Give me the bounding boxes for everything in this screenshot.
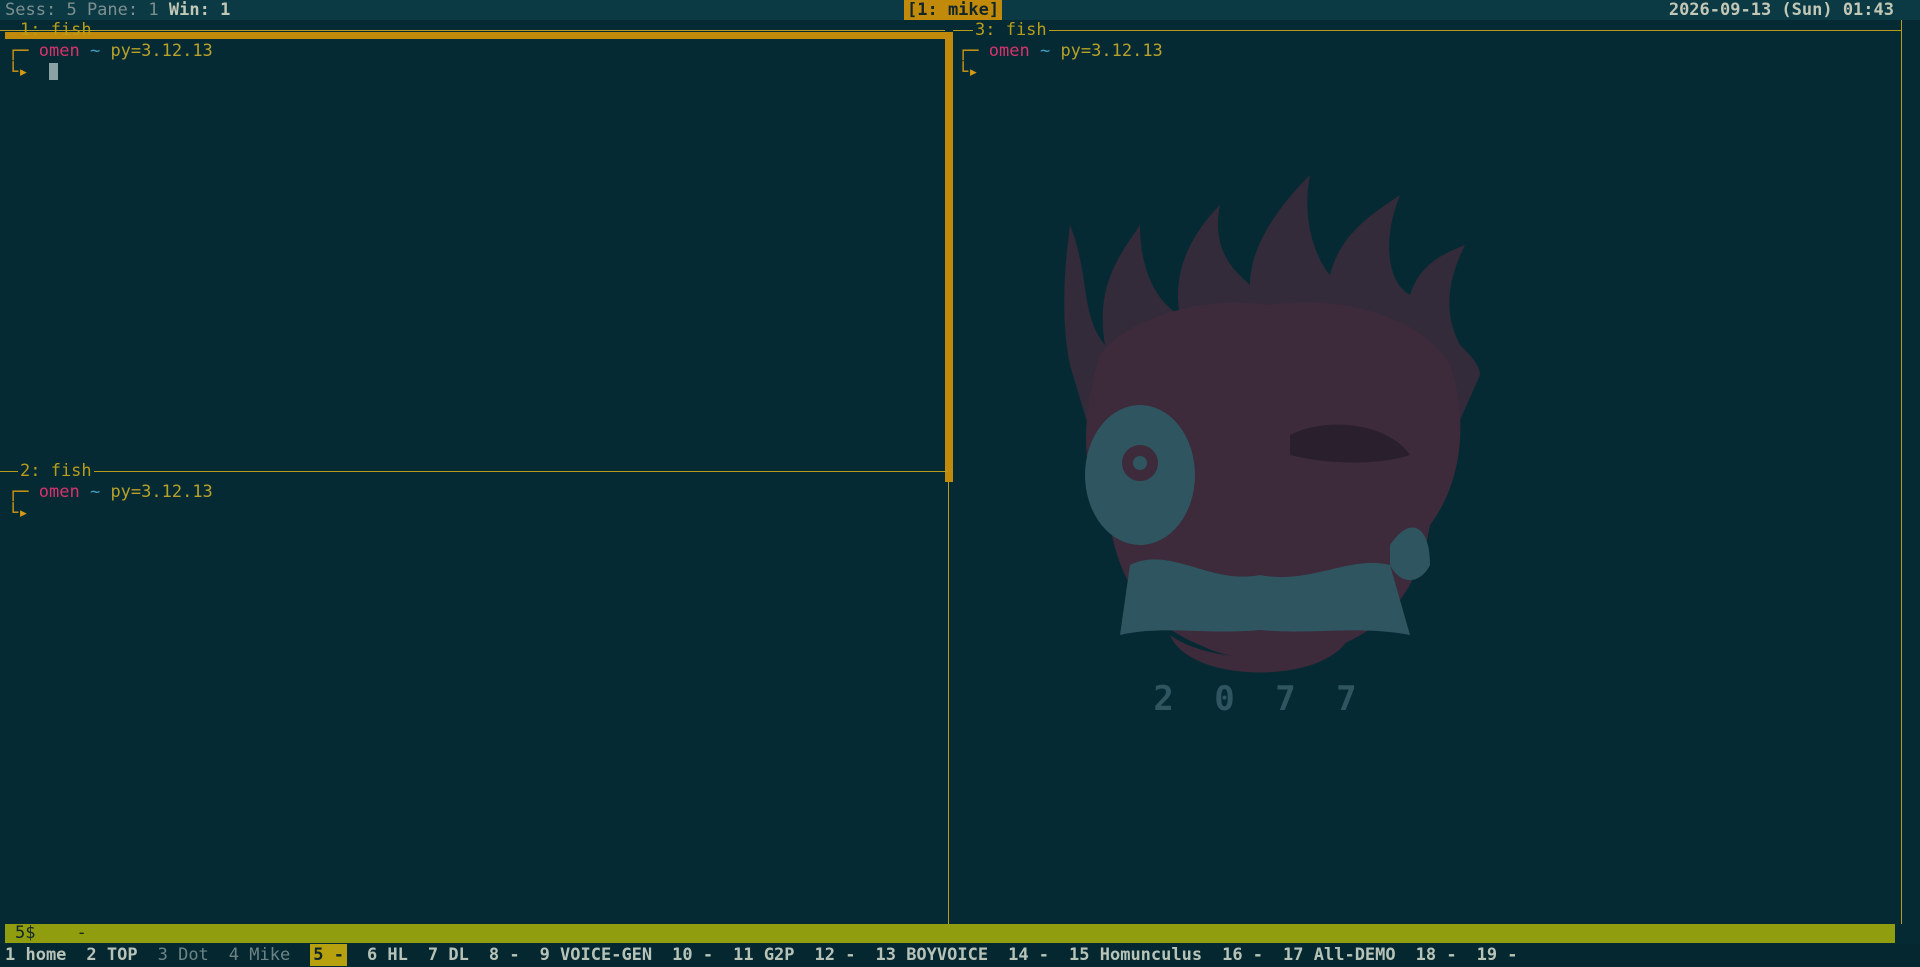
pane-2-title: 2: fish [18,461,94,481]
tmux-terminal-window: Sess: 5 Pane: 1 Win: 1 [1: mike] 2026-09… [0,0,1920,967]
datetime-display: 2026-09-13 (Sun) 01:43 [1668,0,1894,20]
pane-3-input-line[interactable]: └▸ [958,62,978,83]
window-tab[interactable]: 9 VOICE-GEN [540,944,653,966]
prompt-cwd: ~ [1039,41,1051,61]
pane-1-title-rule [0,30,945,31]
window-tab[interactable]: 12 - [815,944,856,966]
mask-left-pupil [1133,456,1147,470]
pane-3-title-rule [953,30,1901,31]
window-tab[interactable]: 19 - [1477,944,1518,966]
prompt-python-version: py=3.12.13 [1060,41,1163,61]
pane-2-prompt: ┌─ omen ~ py=3.12.13 [8,482,213,503]
prompt-host: omen [988,41,1030,61]
window-tab[interactable]: 18 - [1416,944,1457,966]
window-tab[interactable]: 7 DL [428,944,469,966]
pane-3-prompt: ┌─ omen ~ py=3.12.13 [958,41,1163,62]
session-info: Sess: 5 Pane: 1 Win: 1 [5,0,230,20]
pane-1-title-row: 1: fish [0,20,945,40]
prompt-python-version: py=3.12.13 [110,41,213,61]
pane-2-input-line[interactable]: └▸ [8,503,28,524]
win-label: Win: [168,0,210,20]
tmux-window-list: 1 home 2 TOP 3 Dot 4 Mike 5 - 6 HL 7 DL 8 - 9 VO… [0,944,1920,966]
terminal-cursor [48,63,58,80]
pane-3-title-row: 3: fish [953,20,1901,40]
window-tab[interactable]: 14 - [1008,944,1049,966]
prompt-cwd: ~ [89,482,101,502]
window-tab[interactable]: 8 - [489,944,520,966]
pane-label: Pane: [86,0,139,20]
sess-label: Sess: [5,0,57,20]
window-tab[interactable]: 4 Mike [229,944,290,966]
status-separator: - [76,923,87,943]
pane-divider-vertical[interactable] [948,482,949,924]
win-value: 1 [220,0,231,20]
pane-1-prompt: ┌─ omen ~ py=3.12.13 [8,41,213,62]
prompt-host: omen [38,482,80,502]
pane-value: 1 [148,0,159,20]
window-tab[interactable]: 11 G2P [733,944,794,966]
tmux-top-status-bar: Sess: 5 Pane: 1 Win: 1 [1: mike] 2026-09… [0,0,1920,20]
prompt-corner-top: ┌─ [8,482,29,502]
pane-2-title-row: 2: fish [0,461,947,481]
session-name-badge[interactable]: [1: mike] [904,0,1003,20]
tmux-message-bar: 5$ - [5,924,1895,943]
prompt-corner-top: ┌─ [958,41,979,61]
window-tab[interactable]: 5 - [310,944,347,966]
window-tab[interactable]: 3 Dot [158,944,209,966]
window-tab[interactable]: 17 All-DEMO [1283,944,1396,966]
pane-3-title: 3: fish [973,20,1049,40]
pane-2[interactable]: 2: fish ┌─ omen ~ py=3.12.13 └▸ [0,461,947,924]
window-tab[interactable]: 16 - [1222,944,1263,966]
pane-1-input-line[interactable]: └▸ [8,62,58,83]
prompt-host: omen [38,41,80,61]
window-tab[interactable]: 13 BOYVOICE [875,944,988,966]
pane-border-right-edge [1901,20,1902,924]
active-pane-border-right [945,32,953,482]
prompt-cwd: ~ [89,41,101,61]
prompt-corner-bottom: └▸ [8,503,29,523]
window-tab[interactable]: 6 HL [367,944,408,966]
window-tab[interactable]: 10 - [672,944,713,966]
prompt-corner-bottom: └▸ [958,62,979,82]
samurai-mask-wallpaper: 2 0 7 7 [1064,175,1480,719]
window-tab[interactable]: 15 Homunculus [1069,944,1202,966]
pane-1-title: 1: fish [20,20,92,40]
prompt-corner-bottom: └▸ [8,62,29,82]
window-tab[interactable]: 2 TOP [86,944,137,966]
wallpaper-year-text: 2 0 7 7 [1153,679,1366,719]
sess-value: 5 [66,0,77,20]
pane-2-title-rule [0,471,947,472]
prompt-corner-top: ┌─ [8,41,29,61]
prompt-python-version: py=3.12.13 [110,482,213,502]
session-status: 5$ [15,923,36,943]
pane-1[interactable]: 1: fish ┌─ omen ~ py=3.12.13 └▸ [0,20,945,470]
window-tab[interactable]: 1 home [5,944,66,966]
